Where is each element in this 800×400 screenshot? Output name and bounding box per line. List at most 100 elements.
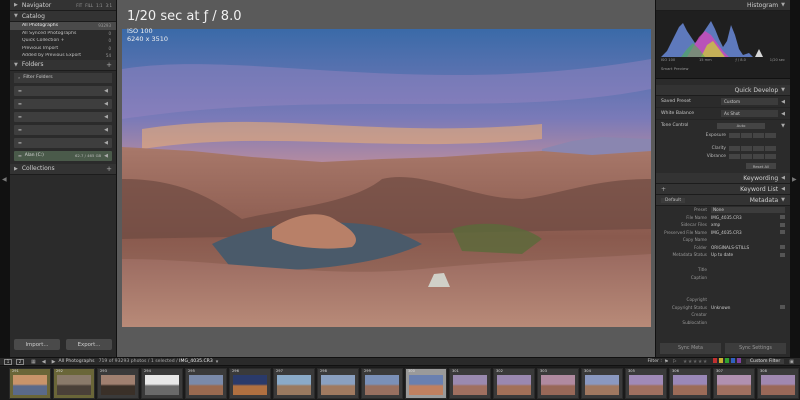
folder-item[interactable]: ▬ ◀ [14, 111, 112, 122]
metadata-action-icon[interactable] [780, 230, 785, 235]
filmstrip-thumbnail[interactable]: 293 [97, 368, 139, 399]
catalog-header[interactable]: ▼ Catalog [10, 11, 116, 22]
metadata-value[interactable]: IMG_4035.CR3 [711, 215, 778, 220]
collapse-right-arrow-icon[interactable]: ▶ [792, 176, 797, 183]
flag-icon[interactable]: ⚑ [664, 359, 668, 365]
expand-triangle-icon[interactable]: ▶ [14, 166, 18, 172]
metadata-value[interactable]: Unknown [711, 305, 778, 310]
filmstrip-thumbnail[interactable]: 304 [581, 368, 623, 399]
zoom-fill[interactable]: FILL [85, 3, 93, 8]
right-panel-edge[interactable]: ▶ [790, 0, 800, 357]
filmstrip-thumbnail[interactable]: 307 [713, 368, 755, 399]
histogram-header[interactable]: Histogram ▼ [656, 0, 790, 11]
catalog-item[interactable]: Quick Collection + 0 [10, 37, 116, 45]
color-label-swatch[interactable] [718, 358, 723, 363]
keywording-header[interactable]: Keywording ◀ [656, 173, 790, 184]
import-button[interactable]: Import... [14, 339, 60, 350]
expand-arrow-icon[interactable]: ◀ [104, 114, 108, 120]
expand-arrow-icon[interactable]: ◀ [104, 127, 108, 133]
color-label-swatch[interactable] [724, 358, 729, 363]
filmstrip-thumbnail[interactable]: 298 [317, 368, 359, 399]
collapse-triangle-icon[interactable]: ▼ [781, 197, 785, 203]
collapse-arrow-icon[interactable]: ▼ [781, 123, 785, 129]
metadata-action-icon[interactable] [780, 252, 785, 257]
color-label-swatch[interactable] [730, 358, 735, 363]
flag-reject-icon[interactable]: ⚐ [672, 359, 676, 365]
color-label-swatch[interactable] [712, 358, 717, 363]
metadata-value[interactable]: None [711, 206, 785, 213]
collapse-triangle-icon[interactable]: ▼ [781, 87, 785, 93]
filmstrip-thumbnail[interactable]: 303 [537, 368, 579, 399]
zoom-1-1[interactable]: 1:1 [96, 3, 102, 8]
second-screen-button[interactable]: 2 [16, 358, 24, 365]
expand-arrow-icon[interactable]: ◀ [781, 111, 785, 117]
catalog-item[interactable]: All Photographs 93293 [10, 22, 116, 30]
filmstrip-thumbnail[interactable]: 301 [449, 368, 491, 399]
expand-arrow-icon[interactable]: ◀ [104, 101, 108, 107]
metadata-value[interactable]: IMG_4035.CR3 [711, 230, 778, 235]
custom-filter-dropdown[interactable]: Custom Filter [745, 359, 785, 364]
export-button[interactable]: Export... [66, 339, 112, 350]
filmstrip-thumbnail[interactable]: 297 [273, 368, 315, 399]
auto-tone-button[interactable]: Auto [717, 122, 765, 129]
filmstrip-thumbnail[interactable]: 294 [141, 368, 183, 399]
reset-all-button[interactable]: Reset All [746, 163, 776, 169]
catalog-item[interactable]: Added by Previous Export 54 [10, 52, 116, 60]
metadata-header[interactable]: Default Metadata ▼ [656, 195, 790, 206]
zoom-fit[interactable]: FIT [76, 3, 82, 8]
collapse-left-arrow-icon[interactable]: ◀ [2, 176, 7, 183]
folder-item-drive-c[interactable]: ▬ Alan (C:) 62.7 / 465 GB ◀ [14, 150, 112, 161]
filmstrip-thumbnail[interactable]: 308 [757, 368, 799, 399]
color-label-swatch[interactable] [736, 358, 741, 363]
keyword-list-header[interactable]: + Keyword List ◀ [656, 184, 790, 195]
exposure-buttons[interactable] [729, 132, 776, 138]
metadata-value[interactable]: ORIGINALS-STILLS [711, 245, 778, 250]
metadata-value[interactable]: xmp [711, 222, 778, 227]
main-screen-button[interactable]: 1 [4, 358, 12, 365]
filmstrip-thumbnail[interactable]: 299 [361, 368, 403, 399]
filmstrip-thumbnail[interactable]: 291 [9, 368, 51, 399]
filmstrip-thumbnail[interactable]: 302 [493, 368, 535, 399]
folders-header[interactable]: ▼ Folders + [10, 59, 116, 71]
folder-item[interactable]: ▬ ◀ [14, 137, 112, 148]
filter-folders-field[interactable]: ⌕ Filter Folders [14, 72, 112, 83]
metadata-action-icon[interactable] [780, 305, 785, 310]
zoom-3-1[interactable]: 3:1 [106, 3, 112, 8]
metadata-value[interactable]: Up to date [711, 252, 778, 257]
catalog-item[interactable]: All Synced Photographs 0 [10, 30, 116, 38]
collapse-triangle-icon[interactable]: ▼ [14, 13, 18, 19]
collapse-triangle-icon[interactable]: ▼ [781, 2, 785, 8]
expand-arrow-icon[interactable]: ◀ [104, 88, 108, 94]
loupe-view[interactable]: 1/20 sec at ƒ / 8.0 ISO 100 6240 x 3510 [117, 0, 655, 357]
filmstrip-thumbnail[interactable]: 296 [229, 368, 271, 399]
catalog-item[interactable]: Previous Import 0 [10, 45, 116, 53]
grid-icon[interactable]: ▦ [31, 359, 36, 365]
navigator-header[interactable]: ▶ Navigator FIT FILL 1:1 3:1 [10, 0, 116, 11]
filmstrip-thumbnail[interactable]: 300 [405, 368, 447, 399]
color-label-swatches[interactable] [712, 358, 742, 365]
filter-toggle-icon[interactable]: ▣ [789, 359, 794, 365]
filmstrip-thumbnail[interactable]: 305 [625, 368, 667, 399]
metadata-preset-select[interactable]: Default [661, 197, 686, 203]
metadata-action-icon[interactable] [780, 215, 785, 220]
expand-triangle-icon[interactable]: ◀ [781, 175, 785, 181]
filmstrip-thumbnail[interactable]: 306 [669, 368, 711, 399]
expand-triangle-icon[interactable]: ◀ [781, 186, 785, 192]
sync-metadata-button[interactable]: Sync Meta [660, 343, 721, 354]
dropdown-arrow-icon[interactable]: ▾ [216, 359, 219, 365]
forward-arrow-icon[interactable]: ▶ [52, 359, 56, 365]
expand-arrow-icon[interactable]: ◀ [104, 153, 108, 159]
expand-arrow-icon[interactable]: ◀ [104, 140, 108, 146]
add-folder-icon[interactable]: + [106, 61, 112, 69]
metadata-action-icon[interactable] [780, 245, 785, 250]
folder-item[interactable]: ▬ ◀ [14, 85, 112, 96]
filmstrip-thumbnail[interactable]: 295 [185, 368, 227, 399]
filmstrip[interactable]: 291 292 293 294 295 296 297 298 299 300 301 302 303 3… [0, 367, 800, 400]
expand-arrow-icon[interactable]: ◀ [781, 99, 785, 105]
collections-header[interactable]: ▶ Collections + [10, 163, 116, 175]
collapse-triangle-icon[interactable]: ▼ [14, 62, 18, 68]
clarity-buttons[interactable] [729, 145, 776, 151]
sync-settings-button[interactable]: Sync Settings [725, 343, 786, 354]
filmstrip-thumbnail[interactable]: 292 [53, 368, 95, 399]
white-balance-dropdown[interactable]: As Shot [721, 110, 779, 117]
